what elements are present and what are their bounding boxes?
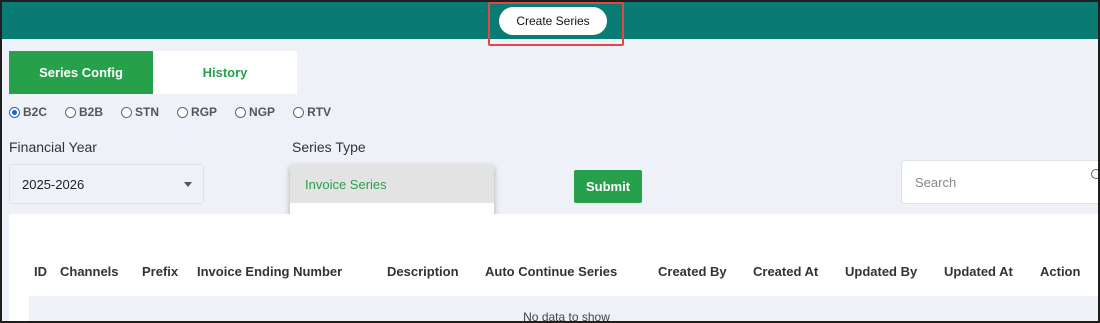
- column-header-prefix: Prefix: [142, 264, 179, 279]
- radio-rtv[interactable]: RTV: [293, 105, 331, 119]
- column-header-invoice-ending-number: Invoice Ending Number: [197, 264, 343, 279]
- column-header-auto-continue-series: Auto Continue Series: [485, 264, 618, 279]
- tab-bar: Series Config History: [9, 51, 297, 94]
- financial-year-label: Financial Year: [9, 139, 97, 155]
- create-series-button[interactable]: Create Series: [499, 7, 607, 35]
- radio-label: NGP: [249, 105, 276, 119]
- financial-year-select[interactable]: 2025-2026: [9, 164, 204, 204]
- radio-label: STN: [135, 105, 160, 119]
- radio-circle-icon[interactable]: [235, 106, 247, 118]
- series-type-label: Series Type: [292, 139, 366, 155]
- column-header-created-by: Created By: [658, 264, 727, 279]
- tab-series-config[interactable]: Series Config: [9, 51, 153, 94]
- search-input[interactable]: [901, 160, 1098, 204]
- column-header-description: Description: [387, 264, 459, 279]
- radio-circle-icon[interactable]: [65, 106, 77, 118]
- series-category-radio-group: B2C B2B STN RGP NGP RTV: [9, 105, 349, 119]
- series-table: ID Channels Prefix Invoice Ending Number…: [9, 214, 1098, 323]
- radio-circle-icon[interactable]: [293, 106, 305, 118]
- column-header-channels: Channels: [60, 264, 119, 279]
- financial-year-value: 2025-2026: [22, 176, 85, 192]
- tab-history[interactable]: History: [153, 51, 297, 94]
- radio-label: RTV: [307, 105, 332, 119]
- app-frame: Create Series Series Config History B2C …: [0, 0, 1100, 323]
- option-invoice-series[interactable]: Invoice Series: [290, 165, 494, 203]
- radio-circle-icon[interactable]: [9, 106, 20, 118]
- radio-label: RGP: [191, 105, 218, 119]
- chevron-down-icon: [184, 182, 192, 187]
- radio-circle-icon[interactable]: [121, 106, 133, 118]
- submit-button[interactable]: Submit: [574, 170, 642, 203]
- column-header-id: ID: [34, 264, 47, 279]
- radio-b2b[interactable]: B2B: [65, 105, 103, 119]
- column-header-created-at: Created At: [753, 264, 819, 279]
- no-data-message: No data to show: [523, 310, 610, 323]
- radio-stn[interactable]: STN: [121, 105, 159, 119]
- radio-ngp[interactable]: NGP: [235, 105, 275, 119]
- column-header-updated-at: Updated At: [944, 264, 1013, 279]
- radio-label: B2B: [79, 105, 104, 119]
- radio-circle-icon[interactable]: [177, 106, 189, 118]
- search-icon[interactable]: [1091, 169, 1098, 179]
- radio-rgp[interactable]: RGP: [177, 105, 217, 119]
- column-header-updated-by: Updated By: [845, 264, 918, 279]
- table-body: No data to show: [29, 296, 1098, 323]
- radio-label: B2C: [23, 105, 48, 119]
- radio-b2c[interactable]: B2C: [9, 105, 47, 119]
- column-header-action: Action: [1040, 264, 1081, 279]
